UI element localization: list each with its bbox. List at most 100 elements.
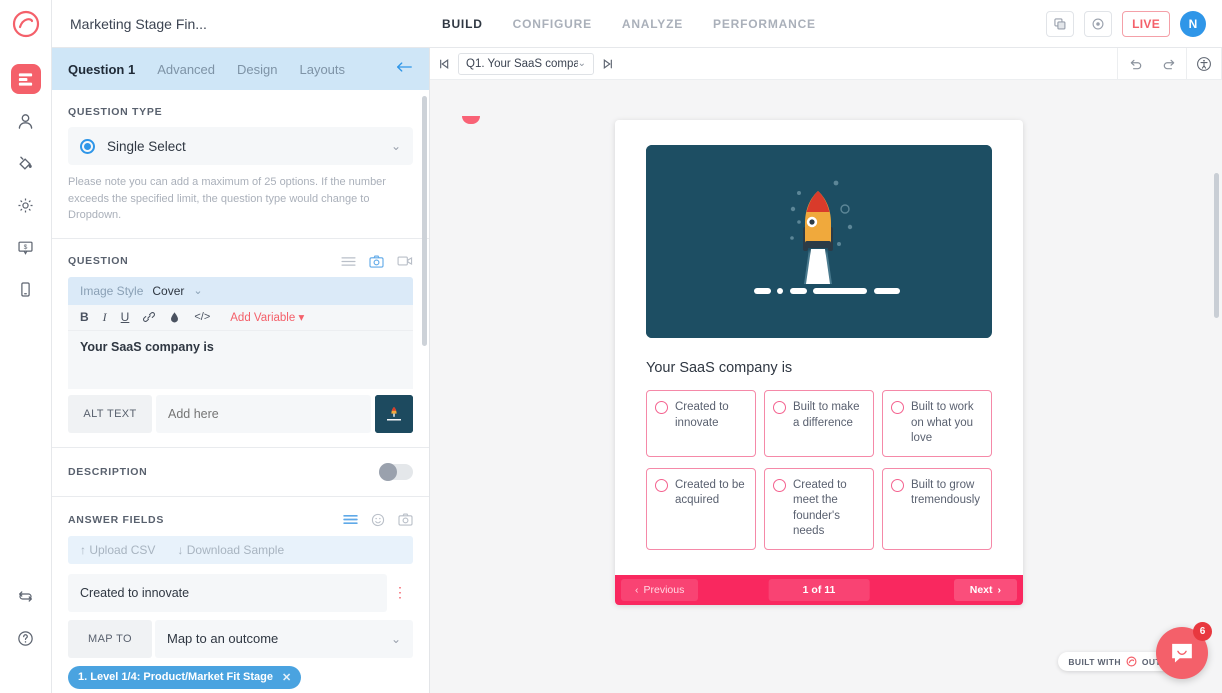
option-created-to-be-acquired[interactable]: Created to be acquired — [646, 468, 756, 550]
next-button[interactable]: Next › — [954, 579, 1017, 601]
question-type-select[interactable]: Single Select ⌄ — [68, 127, 413, 165]
option-label: Created to innovate — [675, 400, 746, 431]
description-toggle[interactable] — [379, 464, 413, 480]
radio-icon — [655, 401, 668, 414]
question-type-value: Single Select — [107, 139, 186, 154]
bold-button[interactable]: B — [80, 310, 89, 324]
previous-button[interactable]: ‹ Previous — [621, 579, 698, 601]
question-image-thumbnail[interactable] — [375, 395, 413, 433]
sidebar-item-lead-form[interactable] — [0, 100, 52, 142]
duplicate-icon — [1053, 17, 1067, 31]
accessibility-button[interactable] — [1187, 56, 1221, 72]
option-built-to-make-a-difference[interactable]: Built to make a difference — [764, 390, 874, 457]
option-created-to-meet-the-founders-needs[interactable]: Created to meet the founder's needs — [764, 468, 874, 550]
answer-field-input[interactable] — [68, 574, 387, 612]
app-logo[interactable] — [0, 0, 52, 48]
sidebar-item-mobile-preview[interactable] — [0, 268, 52, 310]
sidebar-item-pricing[interactable]: $ — [0, 226, 52, 268]
question-preview-card: Your SaaS company is Created to innovate… — [615, 120, 1023, 605]
next-label: Next — [970, 584, 993, 596]
panel-scrollbar[interactable] — [422, 96, 427, 346]
live-button[interactable]: LIVE — [1122, 11, 1170, 37]
question-label: QUESTION — [68, 255, 128, 267]
question-type-section: QUESTION TYPE Single Select ⌄ Please not… — [52, 90, 429, 238]
image-style-select[interactable]: Image Style Cover ⌄ — [68, 277, 413, 305]
document-title[interactable]: Marketing Stage Fin... — [52, 16, 432, 32]
tab-build[interactable]: BUILD — [442, 13, 483, 35]
download-sample-button[interactable]: ↓ Download Sample — [177, 543, 284, 557]
option-built-to-grow-tremendously[interactable]: Built to grow tremendously — [882, 468, 992, 550]
redo-button[interactable] — [1152, 57, 1186, 70]
preview-button[interactable] — [1084, 11, 1112, 37]
sidebar-item-design[interactable] — [0, 142, 52, 184]
radio-icon — [773, 479, 786, 492]
radio-icon — [80, 139, 95, 154]
tab-performance[interactable]: PERFORMANCE — [713, 13, 816, 35]
option-label: Created to be acquired — [675, 478, 746, 509]
chat-unread-badge: 6 — [1193, 622, 1212, 641]
chat-bubble-icon — [1169, 640, 1195, 666]
option-built-to-work-on-what-you-love[interactable]: Built to work on what you love — [882, 390, 992, 457]
image-style-label: Image Style — [80, 284, 143, 298]
answer-fields-label: ANSWER FIELDS — [68, 514, 164, 526]
duplicate-button[interactable] — [1046, 11, 1074, 37]
emoji-icon[interactable] — [371, 513, 385, 527]
kebab-menu-icon[interactable]: ⋮ — [387, 584, 413, 601]
sidebar-item-sync[interactable] — [0, 575, 52, 617]
question-type-note: Please note you can add a maximum of 25 … — [68, 174, 413, 238]
redo-icon — [1162, 57, 1177, 70]
question-section-head: QUESTION — [68, 255, 413, 268]
top-nav-tabs: BUILD CONFIGURE ANALYZE PERFORMANCE — [442, 13, 816, 35]
camera-icon[interactable] — [398, 513, 413, 526]
last-question-button[interactable] — [594, 57, 622, 71]
tab-advanced[interactable]: Advanced — [157, 62, 215, 77]
tab-layouts[interactable]: Layouts — [299, 62, 345, 77]
alt-text-input[interactable] — [156, 395, 371, 433]
add-variable-button[interactable]: Add Variable ▾ — [230, 310, 304, 324]
question-selector[interactable]: Q1. Your SaaS compan... ⌄ — [458, 53, 594, 75]
header-actions: LIVE N — [1046, 11, 1222, 37]
tab-configure[interactable]: CONFIGURE — [513, 13, 592, 35]
settings-icon — [16, 196, 35, 215]
design-icon — [16, 154, 35, 173]
video-icon[interactable] — [397, 255, 413, 267]
map-to-select[interactable]: Map to an outcome ⌄ — [155, 620, 413, 658]
list-icon[interactable] — [343, 514, 358, 525]
tab-question-1[interactable]: Question 1 — [68, 62, 135, 77]
svg-text:$: $ — [24, 244, 28, 251]
first-question-button[interactable] — [430, 57, 458, 71]
avatar[interactable]: N — [1180, 11, 1206, 37]
canvas-scrollbar[interactable] — [1214, 173, 1219, 318]
preview-options: Created to innovate Built to make a diff… — [646, 390, 992, 550]
canvas-toolbar: Q1. Your SaaS compan... ⌄ — [430, 48, 1222, 80]
question-text-input[interactable]: Your SaaS company is — [68, 331, 413, 389]
eye-icon — [1091, 17, 1105, 31]
skip-to-last-icon — [601, 57, 615, 71]
upload-csv-button[interactable]: ↑ Upload CSV — [80, 543, 155, 557]
mobile-preview-icon — [16, 280, 35, 299]
outcome-chip[interactable]: 1. Level 1/4: Product/Market Fit Stage ✕ — [68, 666, 301, 689]
sidebar-item-help[interactable] — [0, 617, 52, 659]
undo-button[interactable] — [1118, 57, 1152, 70]
underline-button[interactable]: U — [121, 310, 130, 324]
italic-button[interactable]: I — [103, 310, 107, 325]
text-color-icon[interactable] — [169, 311, 180, 324]
tab-analyze[interactable]: ANALYZE — [622, 13, 683, 35]
option-label: Built to work on what you love — [911, 400, 982, 447]
chevron-down-icon: ⌄ — [193, 284, 202, 297]
camera-icon[interactable] — [369, 255, 384, 268]
list-icon[interactable] — [341, 256, 356, 267]
csv-actions-bar: ↑ Upload CSV ↓ Download Sample — [68, 536, 413, 564]
rocket-thumbnail — [375, 395, 413, 433]
collapse-panel-button[interactable] — [395, 60, 413, 78]
option-label: Created to meet the founder's needs — [793, 478, 864, 540]
radio-icon — [655, 479, 668, 492]
close-icon[interactable]: ✕ — [282, 671, 291, 684]
map-to-value: Map to an outcome — [167, 631, 278, 646]
sidebar-item-content[interactable] — [0, 58, 52, 100]
tab-design[interactable]: Design — [237, 62, 277, 77]
option-created-to-innovate[interactable]: Created to innovate — [646, 390, 756, 457]
code-icon[interactable]: </> — [194, 311, 210, 323]
link-icon[interactable] — [143, 311, 155, 323]
sidebar-item-settings[interactable] — [0, 184, 52, 226]
